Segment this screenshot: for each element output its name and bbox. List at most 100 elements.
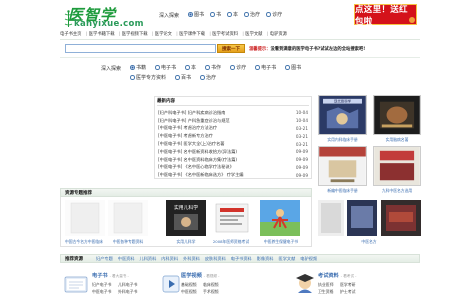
topic-caption[interactable]: 中医各种专题资料	[106, 239, 150, 245]
book-cover-image[interactable]	[373, 95, 421, 135]
news-item[interactable]: [中医电子书] 《名中医新临床选方》 疗学主编 09-09	[158, 171, 308, 179]
search-type-radio[interactable]: 诊疗	[266, 11, 282, 18]
topic-caption[interactable]: 中医名方	[318, 239, 420, 245]
topic-image[interactable]	[381, 200, 421, 236]
topic-image[interactable]	[318, 200, 344, 236]
nav-divider	[60, 39, 420, 40]
news-title[interactable]: [妇产科电子书] 产科急重症诊治与规范	[158, 118, 230, 124]
search-type-radio[interactable]: 电子书	[255, 64, 276, 71]
category-sub-link[interactable]: 儿科电子书	[118, 282, 137, 288]
recommend-link[interactable]: 电子书资料	[231, 256, 252, 262]
news-title[interactable]: [中医电子书] 《名中医新临床选方》 疗学主编	[158, 172, 244, 178]
category-sub-link[interactable]: 卫生资格	[318, 289, 334, 295]
topic-caption[interactable]: 中医养生保健电子书	[256, 239, 306, 245]
news-title[interactable]: [中医电子书] 考虑新专方治疗	[158, 133, 213, 139]
category-more[interactable]: - 看大量书 -	[110, 274, 129, 278]
topic-caption[interactable]: 2008年医师资格考试	[208, 239, 254, 245]
category-sub-link[interactable]: 临床视频	[203, 282, 219, 288]
news-title[interactable]: [中医电子书] 名中医新资料收拾方(异法篇)	[158, 149, 237, 155]
topic-image[interactable]: 实用儿科学	[166, 200, 206, 236]
video-icon	[162, 275, 180, 293]
category-sub-link[interactable]: 外科电子书	[118, 289, 137, 295]
category-sub-link[interactable]: 手术视频	[203, 289, 219, 295]
recommend-link[interactable]: 中医资料	[118, 256, 135, 262]
search-button[interactable]: 搜索一下	[217, 44, 245, 53]
search-type-radio[interactable]: 治疗	[200, 74, 216, 81]
book-cover-image[interactable]	[318, 146, 367, 186]
category-sub-link[interactable]: 执业医师	[318, 282, 334, 288]
search-input[interactable]	[65, 44, 216, 53]
topic-caption[interactable]: 中国古今名方中医临床	[60, 239, 108, 245]
news-item[interactable]: [中医电子书] 考虑治疗方法治疗 03-21	[158, 125, 308, 133]
news-item[interactable]: [中医电子书] 医学大全(上)治疗名著 03-21	[158, 140, 308, 148]
news-title[interactable]: [中医电子书] 名中医资料临床方集(疗法篇)	[158, 157, 237, 163]
news-title[interactable]: [妇产科电子书] 妇产科疾病诊治指南	[158, 110, 225, 116]
category-sub-link[interactable]: 妇产电子书	[92, 282, 111, 288]
category-exam[interactable]: 考试资料 - 看考试 -	[318, 272, 356, 279]
recommend-link[interactable]: 皮肤科资料	[205, 256, 226, 262]
search-type-radio[interactable]: 百书	[175, 74, 191, 81]
category-more[interactable]: - 看视频 -	[204, 274, 220, 278]
recommend-link[interactable]: 电驴视频	[300, 256, 317, 262]
book-caption[interactable]: 九科中医名方选用	[372, 188, 422, 194]
news-item[interactable]: [中医电子书] 名中医资料临床方集(疗法篇) 09-09	[158, 156, 308, 164]
topic-caption[interactable]: 实用儿科学	[164, 239, 208, 245]
search-type-radio[interactable]: 书籍	[130, 64, 146, 71]
recommend-link[interactable]: 外科资料	[183, 256, 200, 262]
category-sub-link[interactable]: 护士考试	[340, 289, 356, 295]
search-type-radio[interactable]: 治疗	[244, 11, 260, 18]
search-type-radio[interactable]: 书	[210, 11, 221, 18]
search-type-radio[interactable]: 本	[185, 64, 196, 71]
promo-banner[interactable]: 点这里！送红包啦	[354, 4, 417, 27]
search-type-radio[interactable]: 图书	[285, 64, 301, 71]
news-item[interactable]: [妇产科电子书] 妇产科疾病诊治指南 10-04	[158, 109, 308, 117]
search-type-radio[interactable]: 本	[227, 11, 238, 18]
nav-item[interactable]: 医学考试资料	[212, 31, 238, 37]
search-type-radio[interactable]: 图书	[188, 11, 204, 18]
book-caption[interactable]: 新编中医临床手册	[317, 188, 368, 194]
news-title[interactable]: [中医电子书] 考虑治疗方法治疗	[158, 125, 217, 131]
news-title[interactable]: [中医电子书] 医学大全(上)治疗名著	[158, 141, 225, 147]
topic-image[interactable]	[65, 200, 105, 236]
topic-image[interactable]	[260, 200, 300, 236]
category-name[interactable]: 医学视频	[181, 273, 202, 279]
category-sub-link[interactable]: 中医电子书	[92, 289, 111, 295]
search-type-label: 治疗	[206, 75, 217, 81]
recommend-link[interactable]: 医学文献	[279, 256, 296, 262]
nav-item[interactable]: 电驴资源	[270, 31, 287, 37]
news-item[interactable]: [中医电子书] 《名中医心临学疗法秘诀》 09-09	[158, 164, 308, 172]
category-sub-link[interactable]: 基础视频	[181, 282, 197, 288]
news-item[interactable]: [妇产科电子书] 产科急重症诊治与规范 10-04	[158, 117, 308, 125]
category-name[interactable]: 电子书	[92, 273, 108, 279]
news-item[interactable]: [中医电子书] 名中医新资料收拾方(异法篇) 09-09	[158, 148, 308, 156]
nav-item[interactable]: 医学书籍下载	[89, 31, 115, 37]
search-type-radio[interactable]: 书作	[205, 64, 221, 71]
category-ebook[interactable]: 电子书 - 看大量书 -	[92, 272, 129, 279]
search-type-radio[interactable]: 医学专方资料	[130, 74, 166, 81]
category-name[interactable]: 考试资料	[318, 273, 339, 279]
category-more[interactable]: - 看考试 -	[341, 274, 357, 278]
book-caption[interactable]: 实用脑病名著	[372, 137, 422, 143]
book-cover-image[interactable]	[373, 146, 421, 186]
topic-image[interactable]	[108, 200, 148, 236]
book-cover-image[interactable]: 现代骨科学	[318, 95, 367, 135]
recommend-link[interactable]: 儿科资料	[140, 256, 157, 262]
nav-item[interactable]: 医学文献	[245, 31, 262, 37]
category-sub-link[interactable]: 中医视频	[181, 289, 197, 295]
category-video[interactable]: 医学视频 - 看视频 -	[181, 272, 219, 279]
news-title[interactable]: [中医电子书] 《名中医心临学疗法秘诀》	[158, 164, 234, 170]
topic-image[interactable]	[212, 200, 252, 236]
nav-item[interactable]: 医学论文	[155, 31, 172, 37]
recommend-link[interactable]: 妇产专题	[96, 256, 113, 262]
search-type-radio[interactable]: 电子书	[155, 64, 176, 71]
recommend-link[interactable]: 内科资料	[161, 256, 178, 262]
book-caption[interactable]: 实用内科临床手册	[317, 137, 368, 143]
news-item[interactable]: [中医电子书] 考虑新专方治疗 03-21	[158, 132, 308, 140]
nav-item[interactable]: 医学视频下载	[122, 31, 148, 37]
category-sub-link[interactable]: 医学考研	[340, 282, 356, 288]
recommend-link[interactable]: 影像资料	[257, 256, 274, 262]
nav-item[interactable]: 医学课件下载	[179, 31, 205, 37]
search-type-radio[interactable]: 诊疗	[230, 64, 246, 71]
topic-image[interactable]	[347, 200, 377, 236]
nav-item[interactable]: 电子书主页	[60, 31, 81, 37]
